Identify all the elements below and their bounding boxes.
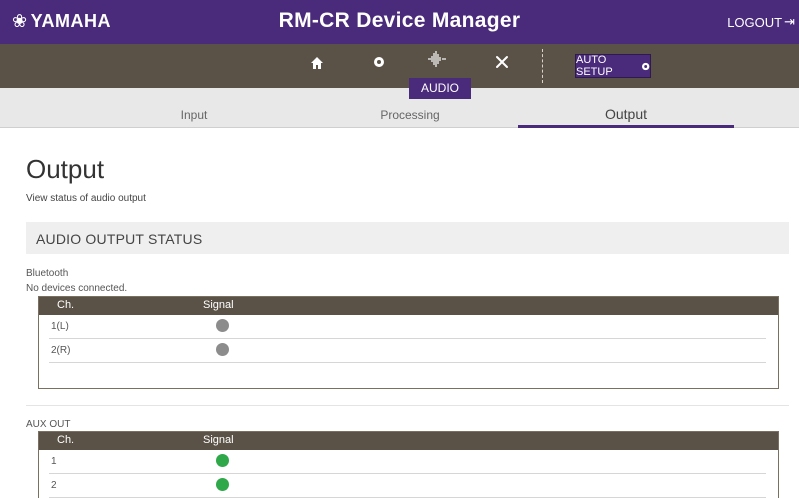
table-header: Ch. Signal	[39, 432, 778, 450]
channel-label: 2	[51, 480, 57, 491]
signal-indicator	[216, 454, 229, 467]
aux-out-label: AUX OUT	[26, 419, 71, 430]
aux-out-table: Ch. Signal 1 2	[38, 431, 779, 498]
nav-separator	[542, 49, 543, 83]
page-title: Output	[26, 154, 105, 184]
column-header-ch: Ch.	[57, 299, 75, 311]
tab-input[interactable]: Input	[146, 108, 242, 122]
nav-home-button[interactable]	[308, 56, 326, 75]
tab-processing[interactable]: Processing	[360, 108, 460, 122]
signal-indicator	[216, 343, 229, 356]
app-title: RM-CR Device Manager	[278, 9, 521, 32]
main-nav-bar	[0, 44, 799, 88]
bluetooth-table: Ch. Signal 1(L) 2(R)	[38, 296, 779, 389]
auto-setup-button[interactable]: AUTO SETUP	[575, 54, 651, 78]
table-row: 2	[39, 474, 778, 498]
row-divider	[49, 362, 766, 363]
tab-output[interactable]: Output	[518, 106, 734, 128]
sub-tab-bar: Input Processing Output	[0, 88, 799, 128]
bluetooth-label: Bluetooth	[26, 268, 69, 279]
bluetooth-status: No devices connected.	[26, 283, 128, 294]
logout-arrow-icon: ⇥	[784, 14, 795, 29]
column-header-ch: Ch.	[57, 434, 75, 446]
channel-label: 1(L)	[51, 321, 69, 332]
page-description: View status of audio output	[26, 193, 146, 204]
table-row: 1(L)	[39, 315, 778, 339]
active-nav-label: AUDIO	[409, 78, 471, 99]
nav-tools-button[interactable]	[492, 55, 512, 74]
table-header: Ch. Signal	[39, 297, 778, 315]
home-icon	[311, 57, 323, 69]
gear-icon	[374, 57, 384, 67]
signal-indicator	[216, 319, 229, 332]
column-header-signal: Signal	[203, 299, 234, 311]
signal-indicator	[216, 478, 229, 491]
nav-audio-button[interactable]	[422, 50, 452, 71]
column-header-signal: Signal	[203, 434, 234, 446]
auto-setup-label: AUTO SETUP	[576, 54, 613, 78]
section-title: AUDIO OUTPUT STATUS	[36, 231, 203, 247]
tools-icon	[496, 56, 508, 68]
nav-settings-button[interactable]	[370, 55, 388, 74]
logout-label: LOGOUT	[727, 14, 783, 30]
table-row: 1	[39, 450, 778, 474]
logout-button[interactable]: LOGOUT ⇥	[727, 14, 795, 30]
section-header: AUDIO OUTPUT STATUS	[26, 222, 789, 254]
channel-label: 1	[51, 456, 57, 467]
top-bar: ❀ YAMAHA RM-CR Device Manager LOGOUT ⇥	[0, 0, 799, 44]
gear-icon	[641, 62, 649, 70]
table-row: 2(R)	[39, 339, 778, 363]
audio-waveform-icon	[428, 51, 446, 67]
group-divider	[26, 405, 789, 406]
channel-label: 2(R)	[51, 345, 71, 356]
